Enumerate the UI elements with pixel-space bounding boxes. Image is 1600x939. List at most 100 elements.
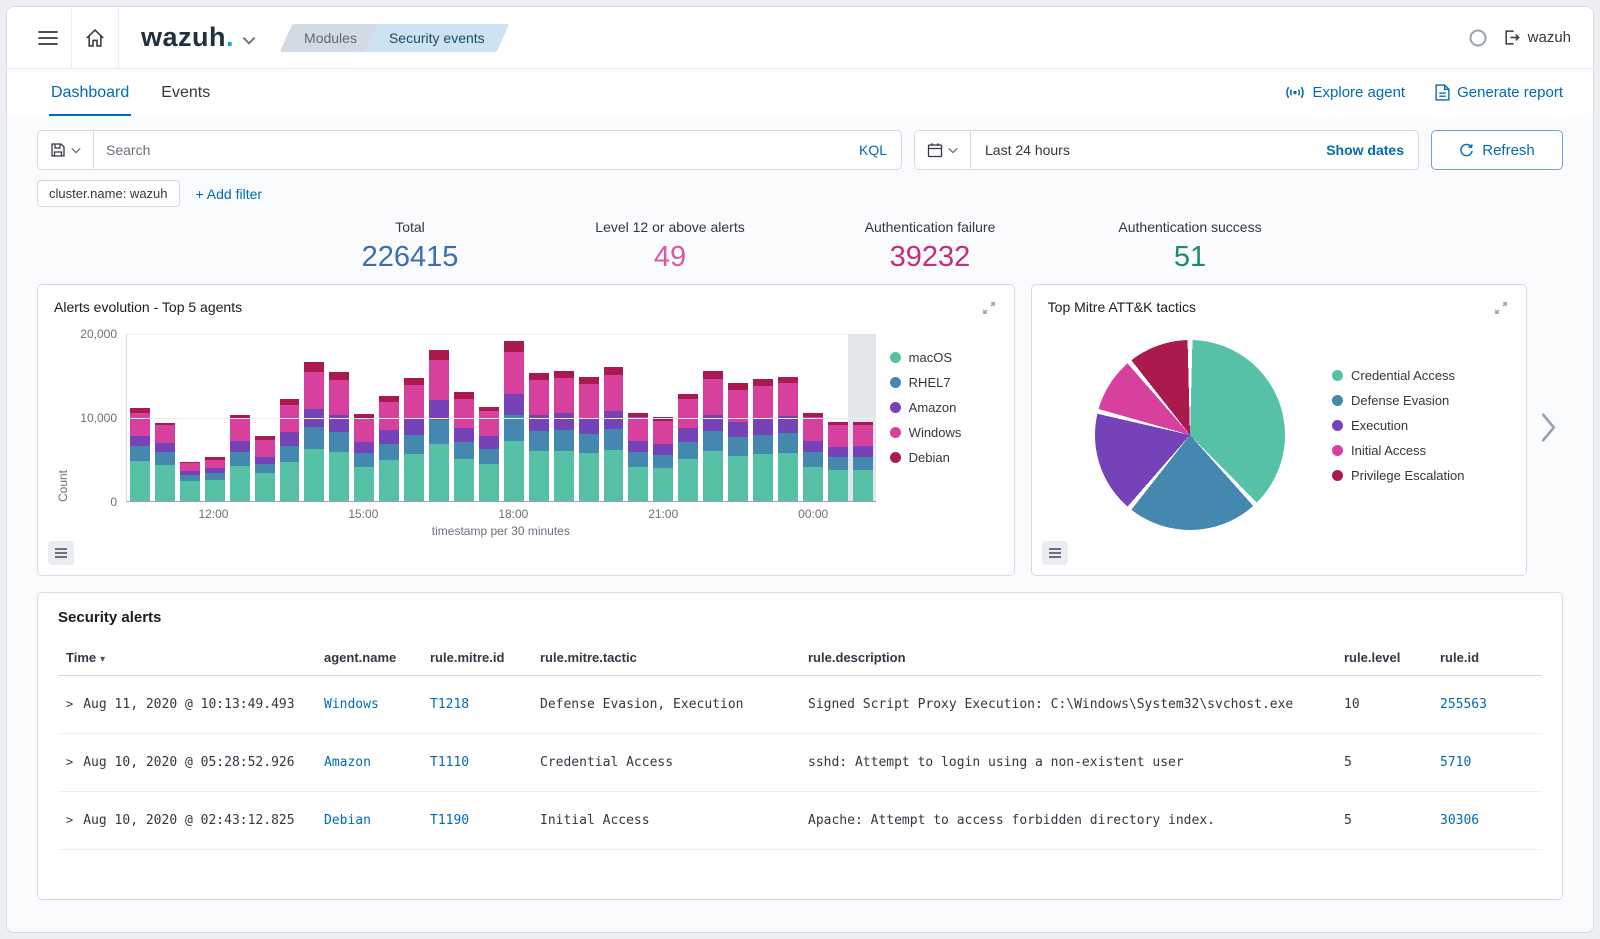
bar[interactable]	[454, 392, 474, 501]
bar[interactable]	[379, 396, 399, 501]
chevron-down-icon[interactable]	[242, 32, 256, 50]
bar-segment	[628, 441, 648, 453]
save-icon	[50, 142, 66, 158]
legend-item[interactable]: Amazon	[890, 400, 998, 415]
stat-label: Level 12 or above alerts	[540, 219, 800, 235]
user-menu[interactable]: wazuh	[1499, 7, 1575, 69]
bar[interactable]	[579, 377, 599, 501]
bar[interactable]	[255, 436, 275, 501]
expand-row-caret[interactable]: >	[66, 755, 73, 769]
home-button[interactable]	[72, 7, 118, 69]
chevron-right-icon[interactable]	[1536, 408, 1561, 453]
legend-item[interactable]: Initial Access	[1332, 443, 1510, 458]
legend-item[interactable]: Credential Access	[1332, 368, 1510, 383]
pie-chart[interactable]	[1095, 340, 1285, 530]
show-dates-button[interactable]: Show dates	[1312, 142, 1418, 158]
panel-options-button[interactable]	[48, 541, 74, 565]
stat-value[interactable]: 49	[540, 241, 800, 274]
legend-item[interactable]: macOS	[890, 350, 998, 365]
bar[interactable]	[429, 350, 449, 501]
bar[interactable]	[853, 422, 873, 501]
bar[interactable]	[803, 413, 823, 501]
mitre-id-link[interactable]: T1110	[430, 755, 469, 770]
bar-segment	[280, 446, 300, 462]
generate-report-button[interactable]: Generate report	[1435, 84, 1563, 101]
bar[interactable]	[230, 415, 250, 501]
bar[interactable]	[504, 341, 524, 501]
panel-options-button[interactable]	[1042, 541, 1068, 565]
tab-dashboard[interactable]: Dashboard	[49, 69, 131, 116]
menu-button[interactable]	[25, 7, 71, 69]
tab-events[interactable]: Events	[159, 69, 212, 116]
add-filter-button[interactable]: + Add filter	[196, 186, 263, 202]
bar[interactable]	[753, 379, 773, 501]
stat-value[interactable]: 226415	[280, 241, 540, 274]
bar[interactable]	[130, 408, 150, 501]
date-quick-select-button[interactable]	[915, 131, 971, 169]
rule-id-link[interactable]: 30306	[1440, 813, 1479, 828]
search-input[interactable]	[94, 131, 845, 169]
col-rule-mitre-id[interactable]: rule.mitre.id	[422, 640, 532, 676]
bar[interactable]	[155, 423, 175, 501]
wazuh-logo[interactable]: wazuh.	[141, 22, 234, 53]
stat-value[interactable]: 39232	[800, 241, 1060, 274]
bar[interactable]	[653, 417, 673, 501]
expand-row-caret[interactable]: >	[66, 697, 73, 711]
col-time[interactable]: Time▾	[58, 640, 316, 676]
rule-id-link[interactable]: 5710	[1440, 755, 1471, 770]
agent-link[interactable]: Windows	[324, 697, 379, 712]
col-rule-level[interactable]: rule.level	[1336, 640, 1432, 676]
col-rule-mitre-tactic[interactable]: rule.mitre.tactic	[532, 640, 800, 676]
bar[interactable]	[604, 367, 624, 501]
rule-id-link[interactable]: 255563	[1440, 697, 1487, 712]
bar-segment	[554, 371, 574, 379]
explore-agent-button[interactable]: Explore agent	[1284, 84, 1406, 101]
bar[interactable]	[529, 373, 549, 501]
refresh-button[interactable]: Refresh	[1431, 130, 1563, 170]
mitre-id-link[interactable]: T1190	[430, 813, 469, 828]
mitre-id-link[interactable]: T1218	[430, 697, 469, 712]
expand-panel-button[interactable]	[980, 299, 998, 320]
bar-segment	[653, 421, 673, 444]
expand-row-caret[interactable]: >	[66, 813, 73, 827]
bar-segment	[155, 425, 175, 443]
kql-toggle[interactable]: KQL	[845, 142, 901, 158]
expand-panel-button[interactable]	[1492, 299, 1510, 320]
saved-queries-button[interactable]	[38, 131, 94, 169]
legend-item[interactable]: Execution	[1332, 418, 1510, 433]
bar[interactable]	[329, 372, 349, 501]
bar[interactable]	[828, 422, 848, 501]
bar[interactable]	[728, 383, 748, 501]
time-range-value[interactable]: Last 24 hours	[971, 142, 1312, 158]
col-rule-id[interactable]: rule.id	[1432, 640, 1542, 676]
agent-link[interactable]: Debian	[324, 813, 371, 828]
pie-legend: Credential Access Defense Evasion Executio…	[1332, 320, 1510, 550]
filter-chip[interactable]: cluster.name: wazuh	[37, 180, 180, 207]
legend-item[interactable]: Privilege Escalation	[1332, 468, 1510, 483]
col-rule-description[interactable]: rule.description	[800, 640, 1336, 676]
bar[interactable]	[180, 462, 200, 501]
bar[interactable]	[778, 377, 798, 501]
bar[interactable]	[703, 371, 723, 501]
bar[interactable]	[404, 378, 424, 501]
bar[interactable]	[554, 371, 574, 501]
bar[interactable]	[354, 414, 374, 501]
legend-item[interactable]: Debian	[890, 450, 998, 465]
col-agent-name[interactable]: agent.name	[316, 640, 422, 676]
legend-item[interactable]: RHEL7	[890, 375, 998, 390]
bar[interactable]	[678, 394, 698, 501]
bar-plot[interactable]	[126, 334, 876, 502]
legend-dot	[890, 427, 901, 438]
legend-item[interactable]: Windows	[890, 425, 998, 440]
bar[interactable]	[479, 407, 499, 501]
bar-segment	[354, 414, 374, 419]
breadcrumb-modules[interactable]: Modules	[286, 24, 375, 52]
bar[interactable]	[304, 362, 324, 501]
legend-item[interactable]: Defense Evasion	[1332, 393, 1510, 408]
ring-icon[interactable]	[1457, 7, 1499, 69]
bar[interactable]	[280, 399, 300, 501]
bar[interactable]	[628, 413, 648, 501]
stat-value[interactable]: 51	[1060, 241, 1320, 274]
agent-link[interactable]: Amazon	[324, 755, 371, 770]
bar[interactable]	[205, 457, 225, 501]
